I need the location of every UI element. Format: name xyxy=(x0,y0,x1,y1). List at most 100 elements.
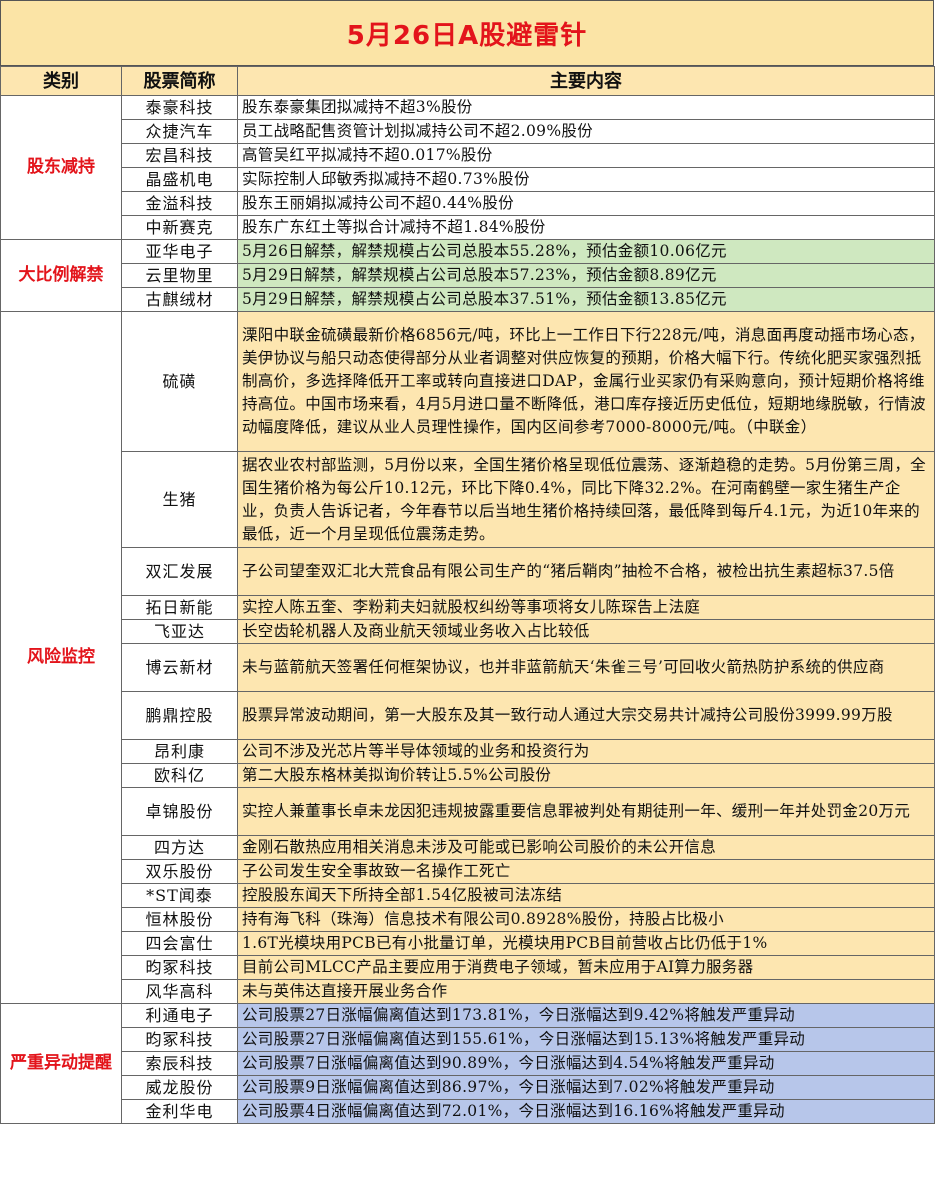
table-row: 鹏鼎控股 股票异常波动期间，第一大股东及其一致行动人通过大宗交易共计减持公司股份3… xyxy=(1,691,935,740)
content-cell: 5月26日解禁，解禁规模占公司总股本55.28%，预估金额10.06亿元 xyxy=(237,239,935,264)
content-cell: 长空齿轮机器人及商业航天领域业务收入占比较低 xyxy=(237,619,935,644)
table-row: 恒林股份 持有海飞科（珠海）信息技术有限公司0.8928%股份，持股占比极小 xyxy=(1,907,935,932)
stock-name-cell: 双汇发展 xyxy=(121,547,238,596)
table-row: 大比例解禁 亚华电子 5月26日解禁，解禁规模占公司总股本55.28%，预估金额10… xyxy=(0,239,935,312)
content-cell: 公司不涉及光芯片等半导体领域的业务和投资行为 xyxy=(237,739,935,764)
content-cell: 公司股票9日涨幅偏离值达到86.97%，今日涨幅达到7.02%将触发严重异动 xyxy=(237,1075,935,1100)
table-row: 生猪 据农业农村部监测，5月份以来，全国生猪价格呈现低位震荡、逐渐趋稳的走势。5月… xyxy=(1,451,935,548)
table-row: 云里物里 5月29日解禁，解禁规模占公司总股本57.23%，预估金额8.89亿元 xyxy=(1,263,935,288)
stock-name-cell: *ST闻泰 xyxy=(121,883,238,908)
table-row: 昀冢科技 目前公司MLCC产品主要应用于消费电子领域，暂未应用于AI算力服务器 xyxy=(1,955,935,980)
category-cell: 股东减持 xyxy=(0,95,122,240)
content-cell: 公司股票7日涨幅偏离值达到90.89%，今日涨幅达到4.54%将触发严重异动 xyxy=(237,1051,935,1076)
table-row: 双汇发展 子公司望奎双汇北大荒食品有限公司生产的“猪后鞘肉”抽检不合格，被检出抗生… xyxy=(1,547,935,596)
content-cell: 据农业农村部监测，5月份以来，全国生猪价格呈现低位震荡、逐渐趋稳的走势。5月份第… xyxy=(237,451,935,548)
table-row: 飞亚达 长空齿轮机器人及商业航天领域业务收入占比较低 xyxy=(1,619,935,644)
stock-name-cell: 恒林股份 xyxy=(121,907,238,932)
table-row: 四会富仕 1.6T光模块用PCB已有小批量订单，光模块用PCB目前营收占比仍低于1… xyxy=(1,931,935,956)
content-cell: 公司股票27日涨幅偏离值达到155.61%，今日涨幅达到15.13%将触发严重异… xyxy=(237,1027,935,1052)
stock-name-cell: 金利华电 xyxy=(121,1099,238,1124)
content-cell: 实控人陈五奎、李粉莉夫妇就股权纠纷等事项将女儿陈琛告上法庭 xyxy=(237,595,935,620)
sheet: 5月26日A股避雷针 类别 股票简称 主要内容 股东减持 泰豪科技 股东泰豪集团拟减… xyxy=(0,0,936,1182)
header-content: 主要内容 xyxy=(237,66,935,96)
stock-name-cell: 金溢科技 xyxy=(121,191,238,216)
table-row: 晶盛机电 实际控制人邱敏秀拟减持不超0.73%股份 xyxy=(1,167,935,192)
page-title: 5月26日A股避雷针 xyxy=(0,0,934,66)
header-row: 类别 股票简称 主要内容 xyxy=(0,66,935,96)
content-cell: 子公司发生安全事故致一名操作工死亡 xyxy=(237,859,935,884)
stock-name-cell: 晶盛机电 xyxy=(121,167,238,192)
stock-name-cell: 生猪 xyxy=(121,451,238,548)
category-cell: 大比例解禁 xyxy=(0,239,122,312)
stock-name-cell: 鹏鼎控股 xyxy=(121,691,238,740)
stock-name-cell: 中新赛克 xyxy=(121,215,238,240)
stock-name-cell: 索辰科技 xyxy=(121,1051,238,1076)
content-cell: 股东王丽娟拟减持公司不超0.44%股份 xyxy=(237,191,935,216)
stock-name-cell: 宏昌科技 xyxy=(121,143,238,168)
table-row: 博云新材 未与蓝箭航天签署任何框架协议，也并非蓝箭航天‘朱雀三号’可回收火箭热防护… xyxy=(1,643,935,692)
content-cell: 公司股票27日涨幅偏离值达到173.81%，今日涨幅达到9.42%将触发严重异动 xyxy=(237,1003,935,1028)
header-category: 类别 xyxy=(0,66,122,96)
stock-name-cell: 硫磺 xyxy=(121,311,238,452)
stock-name-cell: 欧科亿 xyxy=(121,763,238,788)
content-cell: 目前公司MLCC产品主要应用于消费电子领域，暂未应用于AI算力服务器 xyxy=(237,955,935,980)
table-row: 股东减持 泰豪科技 股东泰豪集团拟减持不超3%股份 xyxy=(0,95,935,240)
content-cell: 5月29日解禁，解禁规模占公司总股本57.23%，预估金额8.89亿元 xyxy=(237,263,935,288)
table-row: 拓日新能 实控人陈五奎、李粉莉夫妇就股权纠纷等事项将女儿陈琛告上法庭 xyxy=(1,595,935,620)
content-cell: 股东广东红土等拟合计减持不超1.84%股份 xyxy=(237,215,935,240)
content-cell: 未与英伟达直接开展业务合作 xyxy=(237,979,935,1004)
stock-name-cell: 双乐股份 xyxy=(121,859,238,884)
stock-name-cell: 昀冢科技 xyxy=(121,955,238,980)
table-row: 中新赛克 股东广东红土等拟合计减持不超1.84%股份 xyxy=(1,215,935,240)
content-cell: 溧阳中联金硫磺最新价格6856元/吨，环比上一工作日下行228元/吨，消息面再度… xyxy=(237,311,935,452)
stock-name-cell: 昀冢科技 xyxy=(121,1027,238,1052)
content-cell: 未与蓝箭航天签署任何框架协议，也并非蓝箭航天‘朱雀三号’可回收火箭热防护系统的供… xyxy=(237,643,935,692)
content-cell: 控股股东闻天下所持全部1.54亿股被司法冻结 xyxy=(237,883,935,908)
table-row: 古麒绒材 5月29日解禁，解禁规模占公司总股本37.51%，预估金额13.85亿元 xyxy=(1,287,935,312)
stock-name-cell: 飞亚达 xyxy=(121,619,238,644)
header-stock: 股票简称 xyxy=(121,66,238,96)
stock-name-cell: 博云新材 xyxy=(121,643,238,692)
table-row: 威龙股份 公司股票9日涨幅偏离值达到86.97%，今日涨幅达到7.02%将触发严重… xyxy=(1,1075,935,1100)
table-row: 索辰科技 公司股票7日涨幅偏离值达到90.89%，今日涨幅达到4.54%将触发严重… xyxy=(1,1051,935,1076)
stock-name-cell: 昂利康 xyxy=(121,739,238,764)
category-cell: 风险监控 xyxy=(0,311,122,1004)
table-row: 昂利康 公司不涉及光芯片等半导体领域的业务和投资行为 xyxy=(1,739,935,764)
content-cell: 股票异常波动期间，第一大股东及其一致行动人通过大宗交易共计减持公司股份3999.… xyxy=(237,691,935,740)
stock-name-cell: 古麒绒材 xyxy=(121,287,238,312)
category-cell: 严重异动提醒 xyxy=(0,1003,122,1124)
table-row: 众捷汽车 员工战略配售资管计划拟减持公司不超2.09%股份 xyxy=(1,119,935,144)
stock-name-cell: 利通电子 xyxy=(121,1003,238,1028)
content-cell: 5月29日解禁，解禁规模占公司总股本37.51%，预估金额13.85亿元 xyxy=(237,287,935,312)
content-cell: 第二大股东格林美拟询价转让5.5%公司股份 xyxy=(237,763,935,788)
table-row: 宏昌科技 高管吴红平拟减持不超0.017%股份 xyxy=(1,143,935,168)
content-cell: 员工战略配售资管计划拟减持公司不超2.09%股份 xyxy=(237,119,935,144)
table-row: *ST闻泰 控股股东闻天下所持全部1.54亿股被司法冻结 xyxy=(1,883,935,908)
content-cell: 实控人兼董事长卓未龙因犯违规披露重要信息罪被判处有期徒刑一年、缓刑一年并处罚金2… xyxy=(237,787,935,836)
table-row: 欧科亿 第二大股东格林美拟询价转让5.5%公司股份 xyxy=(1,763,935,788)
stock-name-cell: 卓锦股份 xyxy=(121,787,238,836)
table-row: 风华高科 未与英伟达直接开展业务合作 xyxy=(1,979,935,1004)
stock-name-cell: 亚华电子 xyxy=(121,239,238,264)
table-row: 金利华电 公司股票4日涨幅偏离值达到72.01%，今日涨幅达到16.16%将触发严… xyxy=(1,1099,935,1124)
table-row: 四方达 金刚石散热应用相关消息未涉及可能或已影响公司股价的未公开信息 xyxy=(1,835,935,860)
stock-name-cell: 风华高科 xyxy=(121,979,238,1004)
stock-name-cell: 云里物里 xyxy=(121,263,238,288)
content-cell: 股东泰豪集团拟减持不超3%股份 xyxy=(237,95,935,120)
stock-name-cell: 威龙股份 xyxy=(121,1075,238,1100)
content-cell: 子公司望奎双汇北大荒食品有限公司生产的“猪后鞘肉”抽检不合格，被检出抗生素超标3… xyxy=(237,547,935,596)
content-cell: 高管吴红平拟减持不超0.017%股份 xyxy=(237,143,935,168)
content-cell: 1.6T光模块用PCB已有小批量订单，光模块用PCB目前营收占比仍低于1% xyxy=(237,931,935,956)
stock-name-cell: 泰豪科技 xyxy=(121,95,238,120)
table-row: 双乐股份 子公司发生安全事故致一名操作工死亡 xyxy=(1,859,935,884)
stock-name-cell: 四方达 xyxy=(121,835,238,860)
stock-name-cell: 拓日新能 xyxy=(121,595,238,620)
content-cell: 金刚石散热应用相关消息未涉及可能或已影响公司股价的未公开信息 xyxy=(237,835,935,860)
content-cell: 公司股票4日涨幅偏离值达到72.01%，今日涨幅达到16.16%将触发严重异动 xyxy=(237,1099,935,1124)
table-row: 风险监控 硫磺 溧阳中联金硫磺最新价格6856元/吨，环比上一工作日下行228元/吨… xyxy=(0,311,935,1004)
stock-name-cell: 四会富仕 xyxy=(121,931,238,956)
table-row: 昀冢科技 公司股票27日涨幅偏离值达到155.61%，今日涨幅达到15.13%将触… xyxy=(1,1027,935,1052)
table-row: 卓锦股份 实控人兼董事长卓未龙因犯违规披露重要信息罪被判处有期徒刑一年、缓刑一年并… xyxy=(1,787,935,836)
risk-table: 类别 股票简称 主要内容 股东减持 泰豪科技 股东泰豪集团拟减持不超3%股份 众捷汽车… xyxy=(0,66,935,1124)
table-row: 金溢科技 股东王丽娟拟减持公司不超0.44%股份 xyxy=(1,191,935,216)
